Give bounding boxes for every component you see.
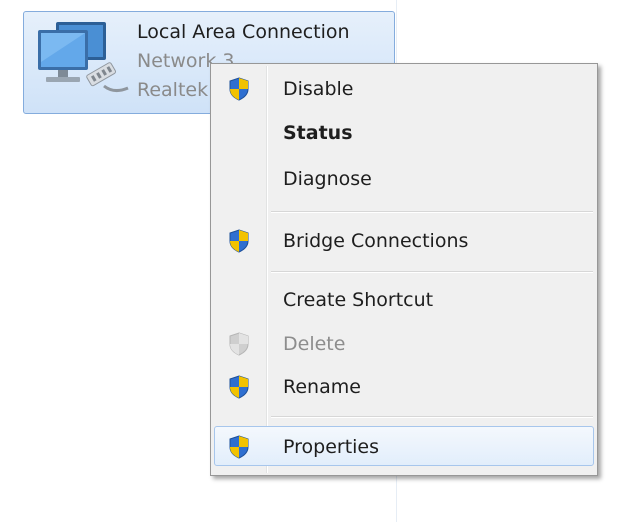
menu-item-label: Delete: [283, 333, 346, 355]
uac-shield-icon: [229, 435, 249, 459]
menu-separator: [271, 211, 593, 213]
menu-item-label: Disable: [283, 78, 354, 100]
uac-shield-icon: [229, 229, 249, 253]
menu-item-label: Properties: [283, 436, 380, 458]
menu-item-bridge-connections[interactable]: Bridge Connections: [214, 220, 594, 260]
menu-item-properties[interactable]: Properties: [214, 426, 594, 466]
menu-item-label: Create Shortcut: [283, 289, 434, 311]
menu-item-label: Rename: [283, 376, 361, 398]
menu-separator: [271, 416, 593, 418]
menu-item-delete: Delete: [214, 323, 594, 363]
menu-item-label: Status: [283, 122, 353, 144]
menu-item-status[interactable]: Status: [214, 112, 594, 152]
menu-item-label: Diagnose: [283, 168, 372, 190]
menu-item-diagnose[interactable]: Diagnose: [214, 158, 594, 198]
menu-item-rename[interactable]: Rename: [214, 366, 594, 406]
context-menu: Disable Status Diagnose Bridge Connectio…: [210, 63, 598, 476]
menu-item-create-shortcut[interactable]: Create Shortcut: [214, 279, 594, 319]
uac-shield-icon: [229, 375, 249, 399]
menu-item-label: Bridge Connections: [283, 230, 469, 252]
adapter-name: Local Area Connection: [137, 21, 350, 43]
network-adapter-icon: [38, 22, 129, 93]
menu-item-disable[interactable]: Disable: [214, 68, 594, 108]
uac-shield-icon: [229, 332, 249, 356]
uac-shield-icon: [229, 77, 249, 101]
menu-separator: [271, 271, 593, 273]
